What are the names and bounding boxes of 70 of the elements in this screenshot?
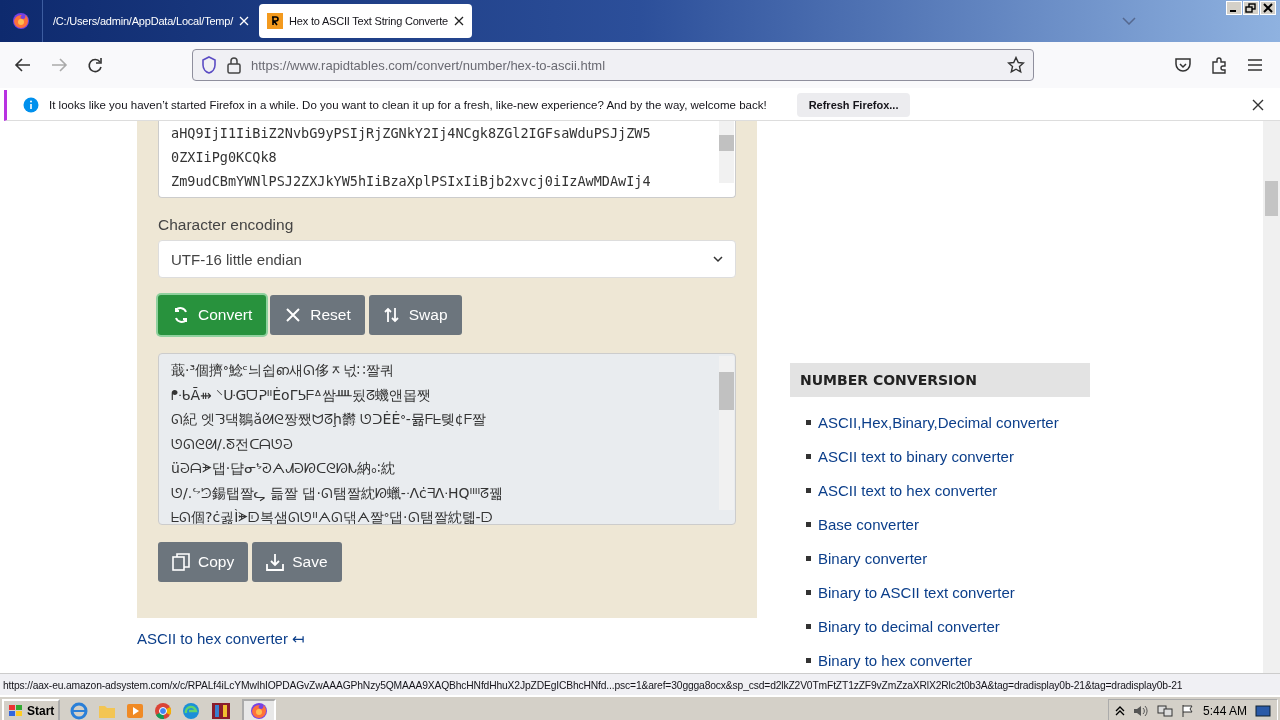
close-icon[interactable] — [454, 16, 464, 26]
scrollbar[interactable] — [719, 121, 734, 183]
info-icon — [23, 97, 39, 113]
bullet-icon — [806, 589, 811, 595]
notification-message: It looks like you haven’t started Firefox in a while. Do you want to clean it up for a fresh, like-new experience? And by the way, welcome back! — [49, 99, 767, 111]
ie-icon[interactable] — [70, 701, 89, 720]
output-textarea[interactable]: 蕺·³個擠ᐤ鯰ᶜ늬쉽ഩ새ᘏ侈ᆽ넋∷짤쿼 ᖰᐧᑲĀ⇻ ⸌ᑘGᗜᕈᐦĖoΓᕊᖴᐞ쌈ᚉ됬ᘔ蟣앤몹쨋 ᘏ紀 엣ᘊ댁鶵ǎᘛᘓ짱쨌ᗢᘔḩ欝 ᘎᑐĖĖᐤ-뮮ᖴᖶ톚¢ᖴ짤 ᘎᘏᘓᘛ/.ᘕ전ᑕᗩᘎᘒ üᘒᗩᗘ댑·댭ᓂᖮᘑᗅᗂᘒᘗᑕᘓᘙᗃ納ₒ∶紞 ᘎ/.ᖦᘦ鍚탭짤ᖤ 듦짤 댑·ᘏ탬짤紞ᘗ蠟-ᐧᐱċᖷᐱᐧHQᐦᐦᘔ꿺 ᖶᘏ個?ċ귏Ìᗙᗟ복샘ᘏᘎᐦᗅᘏ댂ᗅ짤ᐤ댑·ᘏ탬짤紞톏-ᗠ — [158, 353, 736, 525]
sidebar-link[interactable]: ASCII text to binary converter — [818, 447, 1014, 465]
bullet-icon — [806, 453, 811, 459]
lock-icon — [227, 56, 241, 74]
bullet-icon — [806, 555, 811, 561]
firefox-icon — [250, 701, 269, 720]
back-icon[interactable] — [14, 56, 32, 74]
start-button[interactable]: Start — [2, 699, 61, 720]
favicon-icon — [267, 13, 284, 29]
browser-tab[interactable]: Hex to ASCII Text String Converte — [259, 4, 472, 38]
menu-icon[interactable] — [1246, 56, 1264, 74]
download-icon — [266, 553, 285, 571]
swap-button[interactable]: Swap — [368, 295, 462, 335]
copy-button[interactable]: Copy — [158, 542, 249, 582]
browser-tab[interactable]: /C:/Users/admin/AppData/Local/Temp/ — [45, 4, 258, 38]
refresh-firefox-button[interactable]: Refresh Firefox... — [796, 93, 911, 117]
network-icon[interactable] — [1156, 703, 1173, 718]
save-button[interactable]: Save — [252, 542, 342, 582]
chrome-icon[interactable] — [154, 701, 173, 720]
swap-icon — [382, 306, 401, 324]
sidebar-link[interactable]: Binary to decimal converter — [818, 617, 1000, 635]
sidebar-heading: NUMBER CONVERSION — [790, 363, 1090, 397]
firefox-icon[interactable] — [12, 12, 30, 30]
pocket-icon[interactable] — [1174, 56, 1192, 74]
firefox-taskbar-button[interactable] — [242, 699, 277, 720]
copy-icon — [172, 553, 190, 571]
clock: 5:44 AM — [1202, 703, 1247, 718]
close-icon — [284, 306, 303, 324]
puzzle-icon[interactable] — [1210, 56, 1228, 74]
sidebar-link[interactable]: Binary to ASCII text converter — [818, 583, 1015, 601]
reset-button[interactable]: Reset — [270, 295, 365, 335]
sidebar-link[interactable]: Base converter — [818, 515, 919, 533]
chevron-down-icon — [713, 255, 723, 263]
restore-icon[interactable] — [1243, 1, 1259, 15]
reload-icon[interactable] — [86, 56, 104, 74]
sidebar-link[interactable]: ASCII text to hex converter — [818, 481, 998, 499]
input-textarea[interactable]: aHQ9IjI1IiBiZ2NvbG9yPSIjRjZGNkY2Ij4NCgk8ZGl2IGFsaWduPSJjZW5 0ZXIiPg0KCQk8 Zm9udCBmYWNlPSJ2ZXJkYW5hIiBzaXplPSIxIiBjb2xvcj0iIzAwMDAwIj4 — [158, 121, 736, 198]
bullet-icon — [806, 419, 811, 425]
flag-icon[interactable] — [1180, 703, 1195, 718]
sidebar-link[interactable]: Binary to hex converter — [818, 651, 973, 669]
shield-icon — [201, 56, 217, 74]
minimize-icon[interactable] — [1226, 1, 1242, 15]
bullet-icon — [806, 623, 811, 629]
star-icon[interactable] — [1007, 56, 1025, 74]
sidebar-link[interactable]: Binary converter — [818, 549, 928, 567]
related-link[interactable]: ASCII to hex converter ↤ — [137, 630, 306, 648]
page-scrollbar[interactable] — [1263, 121, 1280, 673]
convert-button[interactable]: Convert — [158, 295, 267, 335]
speaker-icon[interactable] — [1132, 703, 1149, 718]
bullet-icon — [806, 487, 811, 493]
refresh-icon — [172, 306, 190, 324]
encoding-select[interactable]: UTF-16 little endian — [158, 240, 736, 278]
address-bar[interactable]: https://www.rapidtables.com/convert/number/hex-to-ascii.html — [192, 49, 1034, 81]
bullet-icon — [806, 657, 811, 663]
chevron-up-icon[interactable] — [1114, 705, 1125, 716]
close-icon[interactable] — [1252, 99, 1264, 111]
archive-icon[interactable] — [210, 701, 233, 720]
sidebar-link[interactable]: ASCII,Hex,Binary,Decimal converter — [818, 413, 1059, 431]
field-label: Character encoding — [158, 216, 295, 234]
windows-logo-icon — [8, 703, 24, 718]
scrollbar[interactable] — [719, 356, 734, 510]
status-url: https://aax-eu.amazon-adsystem.com/x/c/RPALf4iLcYMwIhIOPDAGvZwAAAGPhNzy5QMAAA9XAQBhcHNfdHhuX2JpZDEgICBhcHNfd...psc=1&aref=30ggga8ocx&sp_csd=d2lkZ2V0TmFtZT1zZF9vZmZzaXRlX2Rlc2t0b3A&tag=dradisplay0b-21&tag=dradisplay0b-21 — [2, 680, 1183, 691]
desktop-icon[interactable] — [1255, 703, 1271, 718]
bullet-icon — [806, 521, 811, 527]
